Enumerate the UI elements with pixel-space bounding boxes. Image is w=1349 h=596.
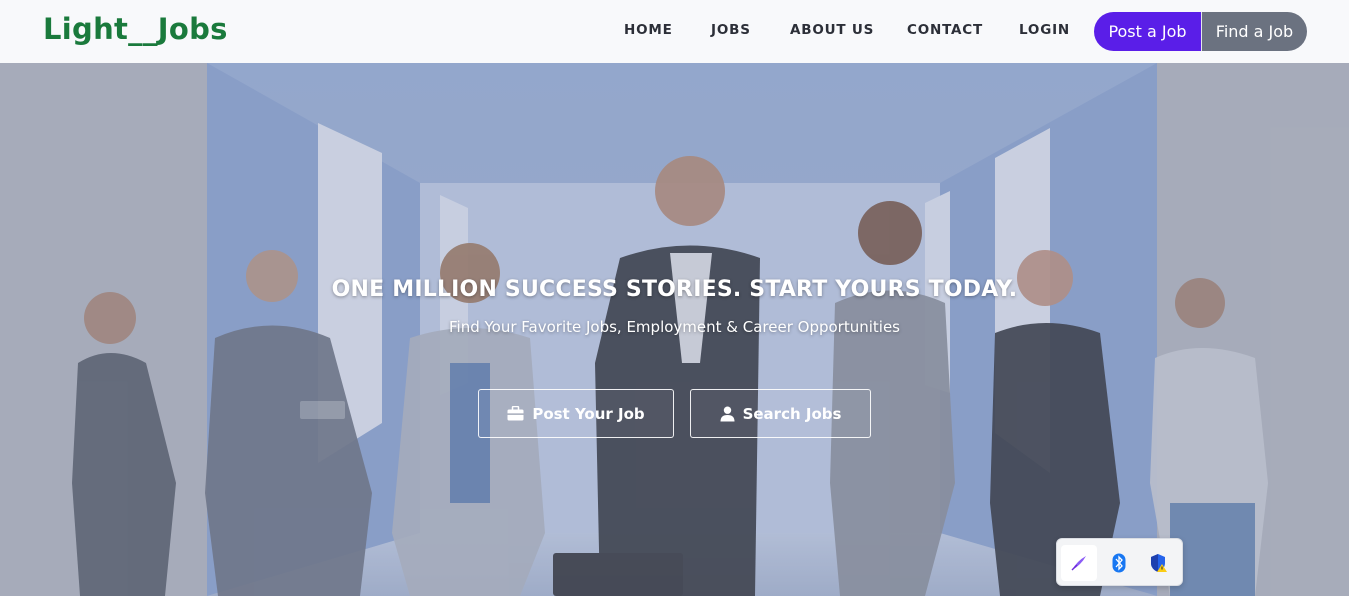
post-your-job-label: Post Your Job <box>532 404 645 423</box>
nav-jobs-link[interactable]: JOBS <box>711 22 751 38</box>
nav-contact-link[interactable]: CONTACT <box>907 22 983 38</box>
security-shield-icon[interactable] <box>1141 545 1177 581</box>
system-tray-popup <box>1056 538 1183 586</box>
hero-title: ONE MILLION SUCCESS STORIES. START YOURS… <box>331 277 1018 302</box>
hero-section: ONE MILLION SUCCESS STORIES. START YOURS… <box>0 63 1349 596</box>
nav-home-link[interactable]: HOME <box>624 22 673 38</box>
find-a-job-button[interactable]: Find a Job <box>1201 12 1307 51</box>
nav-about-link[interactable]: ABOUT US <box>790 22 874 38</box>
nav-login-link[interactable]: LOGIN <box>1019 22 1070 38</box>
briefcase-icon <box>507 406 524 421</box>
user-icon <box>720 406 735 422</box>
brand-logo[interactable]: Light__Jobs <box>43 12 228 46</box>
navbar: Light__Jobs HOME JOBS ABOUT US CONTACT L… <box>0 0 1349 63</box>
pen-icon[interactable] <box>1061 545 1097 581</box>
search-jobs-label: Search Jobs <box>742 404 842 423</box>
search-jobs-button[interactable]: Search Jobs <box>690 389 871 438</box>
hero-subtitle: Find Your Favorite Jobs, Employment & Ca… <box>448 318 900 336</box>
post-a-job-button[interactable]: Post a Job <box>1094 12 1201 51</box>
bluetooth-icon[interactable] <box>1101 545 1137 581</box>
post-your-job-button[interactable]: Post Your Job <box>478 389 674 438</box>
